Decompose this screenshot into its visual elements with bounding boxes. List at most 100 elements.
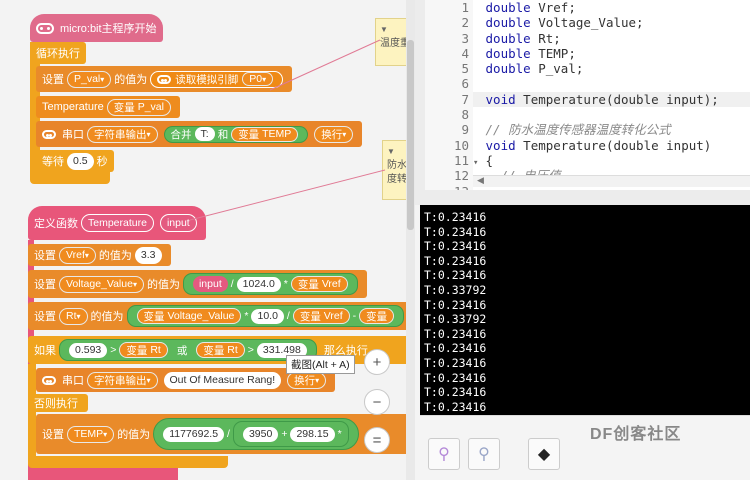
output-mode-dropdown[interactable]: 字符串输出 — [87, 371, 158, 389]
newline-dropdown[interactable]: 换行 — [287, 371, 327, 389]
input-param-reporter[interactable]: input — [192, 276, 228, 292]
temp-expression[interactable]: 1177692.5 / 3950 + 298.15 * — [153, 418, 359, 450]
usb-disconnect-button[interactable]: ⚲ — [468, 438, 500, 470]
vref-value-input[interactable]: 3.3 — [134, 246, 162, 264]
var-rt-reporter[interactable]: 变量 Rt — [119, 342, 168, 358]
code-horizontal-scrollbar[interactable]: ◀ — [473, 175, 750, 187]
var-name: Voltage_Value — [167, 310, 235, 322]
if-else-block[interactable]: 如果 0.593 > 变量 Rt 或 变量 Rt > 331.498 那么执行 — [28, 336, 415, 364]
var-prefix: 变量 — [299, 310, 321, 323]
constant-3950-input[interactable]: 3950 — [242, 426, 279, 442]
code-line[interactable]: 5 double P_val; — [425, 61, 750, 77]
code-line[interactable]: 8 — [425, 107, 750, 123]
set-temp-block[interactable]: 设置 TEMP 的值为 1177692.5 / 3950 + 298.15 * — [36, 414, 415, 454]
serial-print-block[interactable]: 串口 字符串输出 合并 T: 和 变量 TEMP 换行 — [36, 121, 363, 147]
code-line[interactable]: 1 double Vref; — [425, 0, 750, 16]
serial-line: T:0.23416 — [424, 224, 487, 239]
microbit-main-hat-block[interactable]: micro:bit主程序开始 — [30, 14, 163, 42]
var-vref-reporter[interactable]: 变量 Vref — [292, 308, 350, 324]
zoom-reset-button[interactable]: = — [364, 427, 390, 453]
erase-button[interactable]: ◆ — [528, 438, 560, 470]
zoom-in-button[interactable]: + — [364, 349, 390, 375]
gt-operator: > — [247, 344, 254, 356]
serial-line: T:0.23416 — [424, 253, 487, 268]
code-view[interactable]: 1 double Vref; 2 double Voltage_Value; 3 d… — [425, 0, 750, 190]
code-line[interactable]: 11 ▾ { — [425, 152, 750, 169]
else-label: 否则执行 — [34, 398, 78, 410]
var-voltage-reporter-clipped[interactable]: 变量 — [359, 308, 395, 324]
workspace-vertical-scrollbar[interactable] — [406, 0, 415, 480]
var-temp-reporter[interactable]: 变量 TEMP — [231, 126, 299, 142]
block-workspace[interactable]: micro:bit主程序开始 循环执行 设置 P_val 的值为 读取模拟引脚 … — [0, 0, 415, 480]
out-of-range-text-input[interactable]: Out Of Measure Rang! — [163, 371, 282, 389]
join-block[interactable]: 合并 T: 和 变量 TEMP — [163, 125, 309, 143]
zoom-out-button[interactable]: − — [364, 389, 390, 415]
code-line[interactable]: 4 double TEMP; — [425, 45, 750, 62]
var-name: TEMP — [262, 128, 292, 140]
constant-1177692-input[interactable]: 1177692.5 — [163, 426, 225, 442]
div-operator: / — [230, 278, 234, 290]
scroll-left-arrow-icon[interactable]: ◀ — [477, 175, 484, 186]
pin-dropdown[interactable]: P0 — [242, 72, 274, 86]
value-is-label: 的值为 — [114, 74, 148, 86]
call-temperature-block[interactable]: Temperature 变量 P_val — [36, 96, 180, 118]
code-keyword: void — [485, 91, 516, 107]
code-line[interactable]: 10 void Temperature(double input) — [425, 137, 750, 153]
wait-block[interactable]: 等待 0.5 秒 — [36, 150, 114, 172]
loop-label: 循环执行 — [36, 48, 80, 60]
voltage-var-dropdown[interactable]: Voltage_Value — [59, 275, 144, 293]
pval-var-dropdown[interactable]: P_val — [67, 70, 112, 88]
line-number: 1 — [425, 0, 473, 16]
vref-var-dropdown[interactable]: Vref — [59, 246, 96, 264]
voltage-expression[interactable]: input / 1024.0 * 变量 Vref — [182, 273, 358, 295]
set-pval-block[interactable]: 设置 P_val 的值为 读取模拟引脚 P0 — [36, 66, 293, 92]
temp-var-dropdown[interactable]: TEMP — [67, 425, 115, 443]
watermark-logo: DF创客社区 — [590, 426, 682, 443]
newline-dropdown[interactable]: 换行 — [314, 125, 354, 143]
serial-monitor[interactable]: T:0.23416 T:0.23416 T:0.23416 T:0.23416 T:0.… — [420, 205, 750, 415]
code-editor-panel: 1 double Vref; 2 double Voltage_Value; 3 d… — [415, 0, 750, 205]
usb-connect-button[interactable]: ⚲ — [428, 438, 460, 470]
divisor-input[interactable]: 1024.0 — [236, 276, 281, 292]
var-prefix: 变量 — [143, 310, 165, 323]
main-hat-label: micro:bit主程序开始 — [60, 23, 157, 35]
line-number: 7 — [425, 91, 473, 108]
code-line[interactable]: 9 // 防水温度传感器温度转化公式 — [425, 122, 750, 138]
code-line[interactable]: 6 — [425, 76, 750, 92]
merge-label: 合并 — [170, 128, 192, 141]
serial-line: T:0.23416 — [424, 210, 487, 224]
collapse-triangle-icon[interactable]: ▼ — [380, 23, 388, 37]
function-name-field[interactable]: Temperature — [81, 214, 154, 232]
var-pval-reporter[interactable]: 变量 P_val — [106, 98, 171, 116]
loop-forever-block[interactable]: 循环执行 — [30, 42, 86, 64]
code-text: Temperature(double input) — [515, 137, 712, 153]
or-condition[interactable]: 0.593 > 变量 Rt 或 变量 Rt > 331.498 — [59, 339, 317, 361]
serial-line: T:0.23416 — [424, 370, 487, 385]
wait-value-input[interactable]: 0.5 — [67, 152, 94, 170]
var-rt-reporter[interactable]: 变量 Rt — [196, 342, 245, 358]
set-rt-block[interactable]: 设置 Rt 的值为 变量 Voltage_Value * 10.0 / 变量 V… — [28, 302, 415, 330]
scrollbar-thumb[interactable] — [407, 40, 414, 230]
var-name: P_val — [137, 101, 164, 113]
var-vref-reporter[interactable]: 变量 Vref — [290, 276, 348, 292]
set-voltage-block[interactable]: 设置 Voltage_Value 的值为 input / 1024.0 * 变量… — [28, 270, 367, 298]
output-mode-dropdown[interactable]: 字符串输出 — [87, 125, 158, 143]
collapse-triangle-icon[interactable]: ▼ — [387, 145, 395, 159]
code-line[interactable]: 7 void Temperature(double input); — [425, 91, 750, 108]
rt-expression[interactable]: 变量 Voltage_Value * 10.0 / 变量 Vref - 变量 — [126, 305, 405, 327]
t-text-input[interactable]: T: — [194, 127, 215, 141]
var-voltage-reporter[interactable]: 变量 Voltage_Value — [136, 308, 242, 324]
ten-input[interactable]: 10.0 — [251, 308, 284, 324]
define-function-block[interactable]: 定义函数 Temperature input — [28, 206, 206, 240]
read-analog-block[interactable]: 读取模拟引脚 P0 — [150, 70, 284, 88]
code-line[interactable]: 3 double Rt; — [425, 30, 750, 46]
code-line[interactable]: 2 double Voltage_Value; — [425, 15, 750, 31]
usb-icon: ⚲ — [438, 446, 450, 463]
threshold-low-input[interactable]: 0.593 — [69, 342, 108, 358]
denominator-expression[interactable]: 3950 + 298.15 * — [232, 421, 349, 447]
if-block-foot — [28, 456, 228, 468]
constant-298-input[interactable]: 298.15 — [290, 426, 335, 442]
set-vref-block[interactable]: 设置 Vref 的值为 3.3 — [28, 244, 171, 266]
rt-var-dropdown[interactable]: Rt — [59, 307, 88, 325]
param-input-field[interactable]: input — [159, 214, 197, 232]
